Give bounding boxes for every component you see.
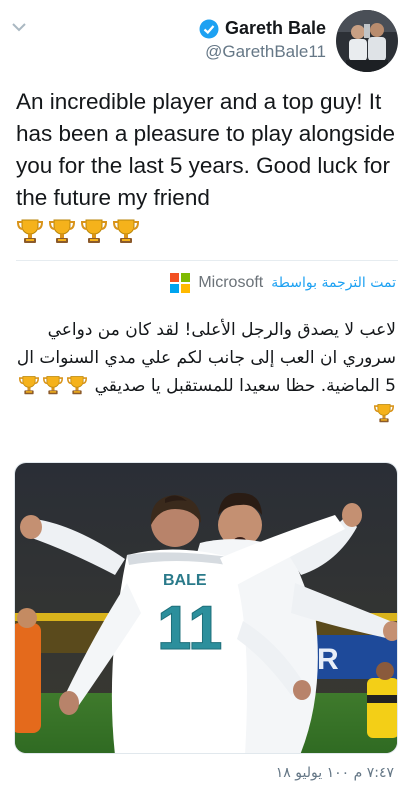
- tweet-timestamp[interactable]: ٧:٤٧ م ١٠٠ يوليو ١٨: [276, 765, 394, 781]
- jersey-number: 11: [157, 594, 223, 663]
- tweet-text: An incredible player and a top guy! It h…: [16, 89, 396, 210]
- translation-provider: Microsoft: [198, 274, 264, 291]
- trophy-icon: [112, 218, 140, 244]
- trophy-icon: [42, 375, 64, 395]
- chevron-down-icon[interactable]: [10, 20, 28, 34]
- tweet-photo[interactable]: PER BALE 11: [14, 462, 398, 754]
- trophy-icon: [66, 375, 88, 395]
- tweet-author[interactable]: Gareth Bale @GarethBale11: [199, 18, 326, 62]
- trophy-icon: [80, 218, 108, 244]
- translated-text-block: لاعب لا يصدق والرجل الأعلى! لقد كان من د…: [14, 316, 396, 428]
- trophy-icon: [373, 403, 395, 423]
- translation-attribution[interactable]: Microsoft تمت الترجمة بواسطة: [170, 273, 396, 293]
- trophy-icon: [48, 218, 76, 244]
- display-name[interactable]: Gareth Bale: [225, 18, 326, 39]
- trophy-icon: [18, 375, 40, 395]
- trophy-icon: [16, 218, 44, 244]
- microsoft-logo-icon: [170, 273, 191, 293]
- translated-by-link[interactable]: تمت الترجمة بواسطة: [271, 275, 396, 291]
- divider: [16, 260, 398, 261]
- user-handle[interactable]: @GarethBale11: [199, 42, 326, 62]
- jersey-name: BALE: [163, 572, 207, 589]
- avatar[interactable]: [336, 10, 398, 72]
- trophy-emoji-row: [16, 218, 140, 244]
- verified-badge-icon: [199, 19, 219, 38]
